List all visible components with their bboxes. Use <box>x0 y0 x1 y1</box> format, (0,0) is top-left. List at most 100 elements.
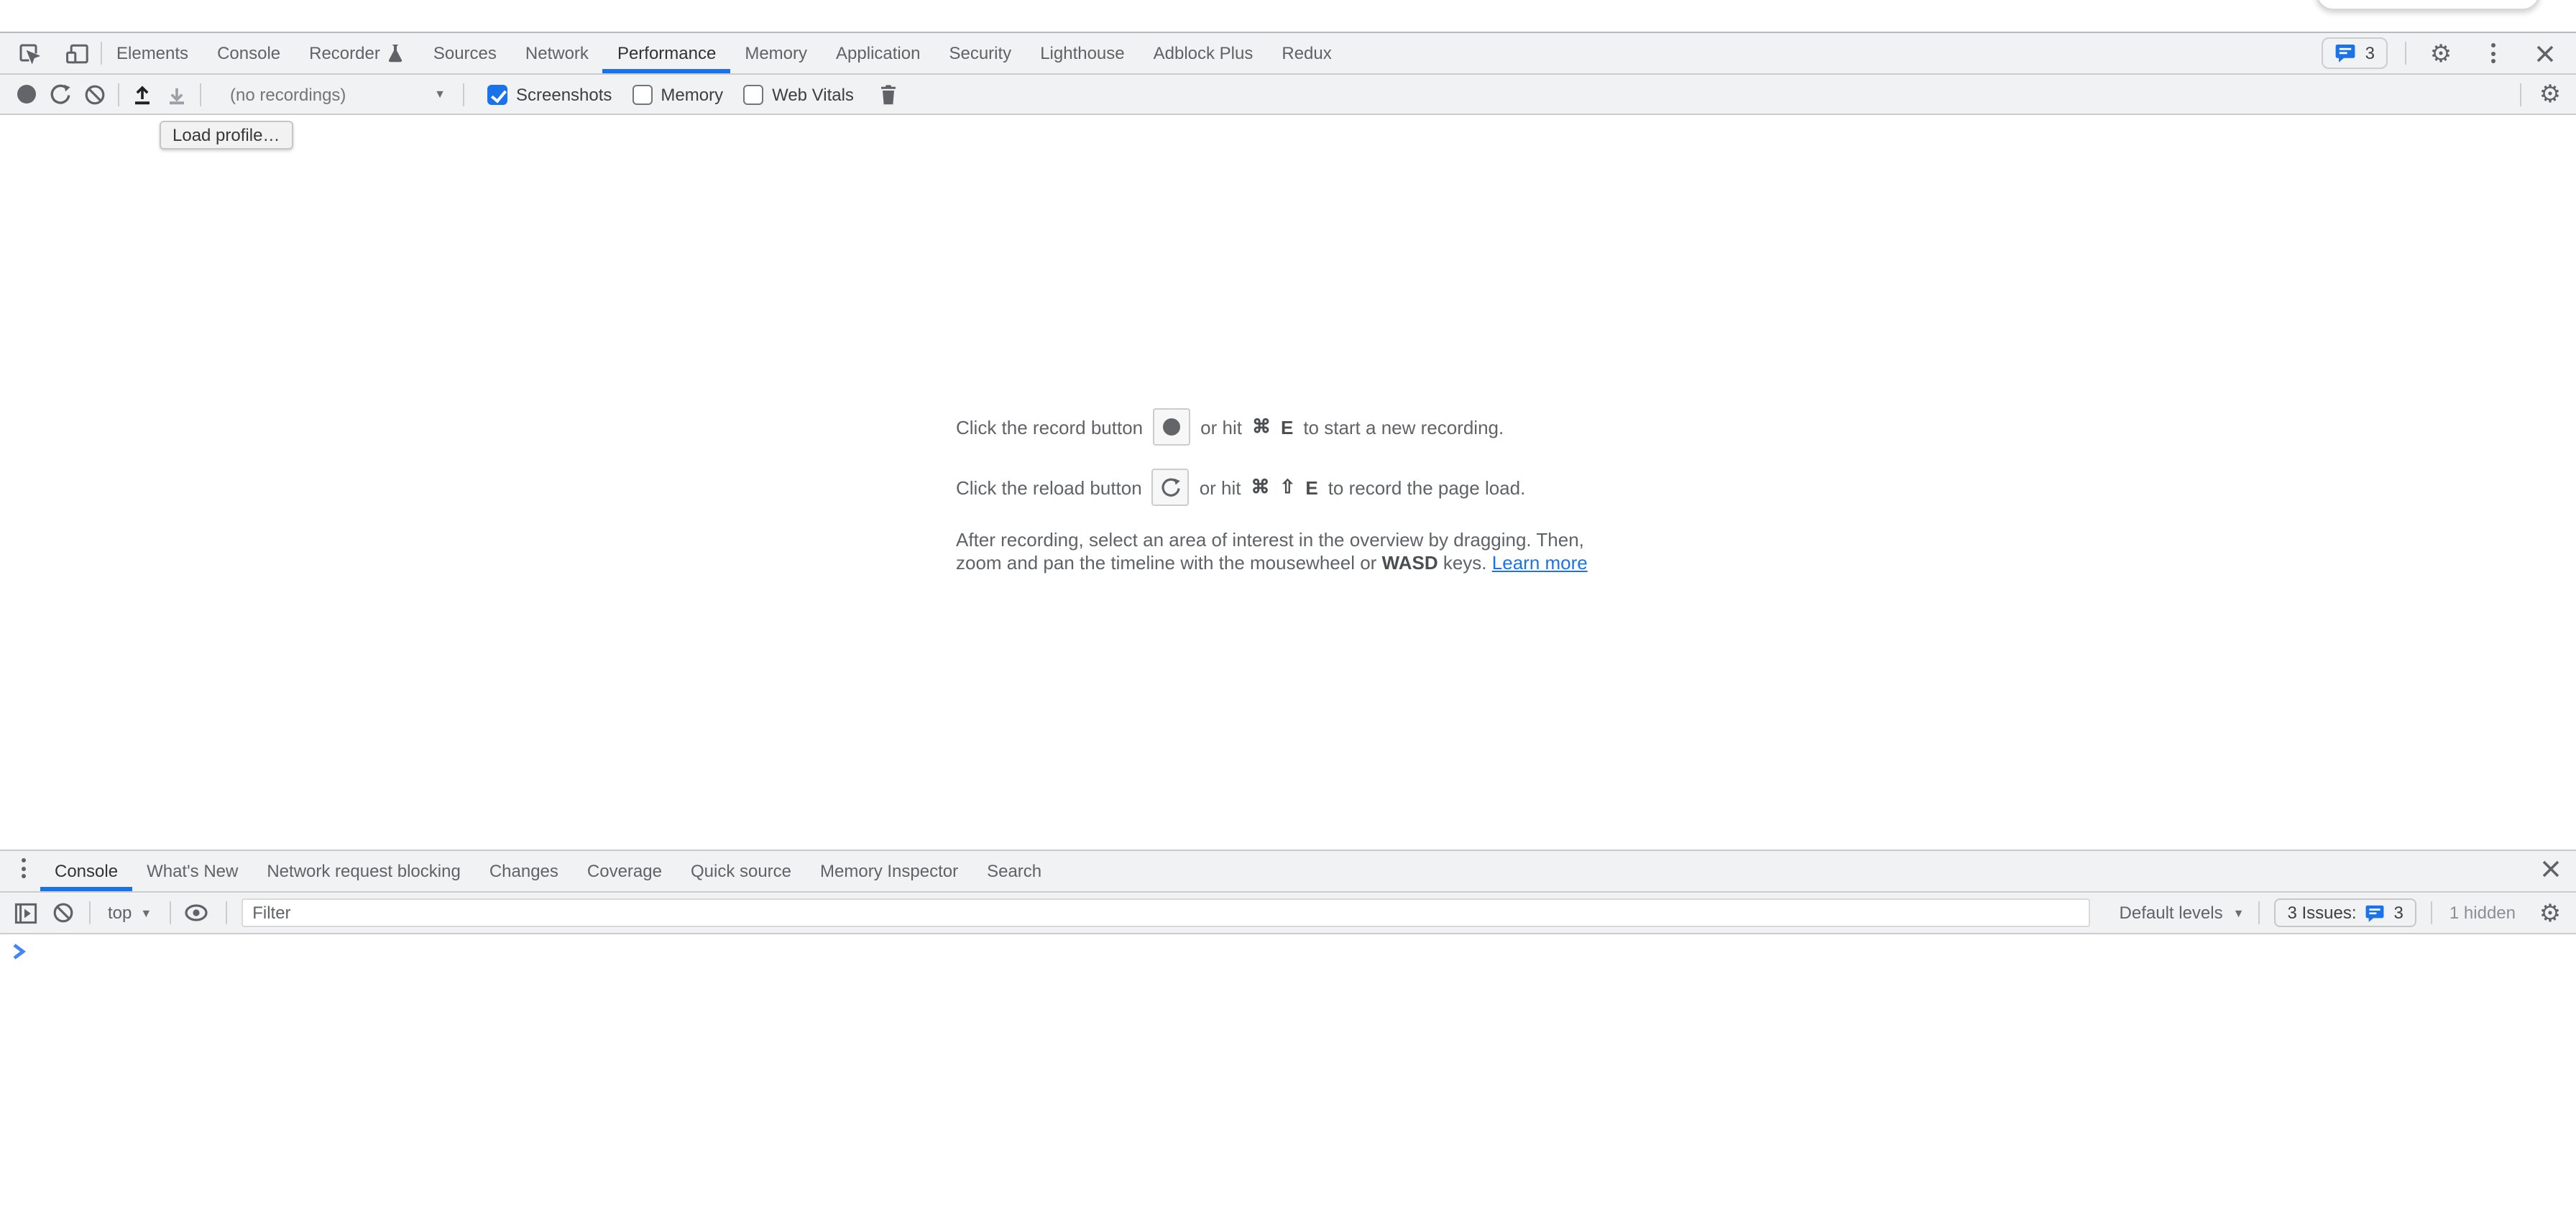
tab-label: Security <box>949 43 1011 63</box>
tab-sources[interactable]: Sources <box>419 33 511 73</box>
e-key: E <box>1305 477 1317 498</box>
message-bubble-icon <box>2365 903 2386 922</box>
memory-checkbox[interactable] <box>632 84 652 104</box>
web-vitals-checkbox-group[interactable]: Web Vitals <box>743 84 854 104</box>
drawer-tab-quick-source[interactable]: Quick source <box>676 851 806 891</box>
performance-panel-body: Click the record button or hit ⌘ E to st… <box>0 115 2576 850</box>
browser-popup-partial <box>2316 0 2540 10</box>
issues-label: 3 Issues: <box>2287 903 2356 923</box>
inspect-element-icon[interactable] <box>12 36 46 70</box>
tab-application[interactable]: Application <box>822 33 934 73</box>
separator <box>169 901 170 924</box>
separator <box>2258 901 2260 924</box>
reload-hint-mid: or hit <box>1200 477 1241 498</box>
tabbar-spacer <box>1346 33 2322 73</box>
settings-gear-icon[interactable]: ⚙ <box>2424 36 2458 70</box>
close-devtools-icon[interactable] <box>2527 36 2562 70</box>
console-settings-gear-icon[interactable]: ⚙ <box>2533 896 2567 930</box>
drawer-more-tabs-icon[interactable] <box>6 851 40 885</box>
learn-more-link[interactable]: Learn more <box>1492 552 1588 574</box>
record-hint-row: Click the record button or hit ⌘ E to st… <box>956 408 1620 446</box>
reload-button-illustration <box>1152 469 1190 506</box>
e-key: E <box>1281 416 1293 438</box>
tab-label: Coverage <box>587 861 662 881</box>
tab-security[interactable]: Security <box>934 33 1026 73</box>
drawer-tab-console[interactable]: Console <box>40 851 132 891</box>
save-profile-icon[interactable] <box>160 77 194 111</box>
performance-toolbar: (no recordings) ▼ Screenshots Memory Web… <box>0 75 2576 115</box>
live-expression-eye-icon[interactable] <box>179 896 213 930</box>
tab-console[interactable]: Console <box>203 33 295 73</box>
device-toolbar-icon[interactable] <box>60 36 95 70</box>
more-options-icon[interactable] <box>2475 36 2510 70</box>
instructions-line2-pre: zoom and pan the timeline with the mouse… <box>956 552 1376 574</box>
console-output-area[interactable] <box>0 934 2576 1206</box>
record-hint-suffix: to start a new recording. <box>1303 416 1504 438</box>
javascript-context-select[interactable]: top ▼ <box>99 903 160 923</box>
trash-icon[interactable] <box>871 77 906 111</box>
separator <box>2405 42 2406 65</box>
drawer-tab-search[interactable]: Search <box>972 851 1056 891</box>
recordings-select[interactable]: (no recordings) ▼ <box>224 84 451 104</box>
main-tabbar: Elements Console Recorder Sources Networ… <box>0 33 2576 75</box>
clear-recordings-icon[interactable] <box>78 77 112 111</box>
console-prompt-chevron-icon <box>12 943 26 960</box>
tabbar-right-cluster: 3 ⚙ <box>2322 33 2576 73</box>
record-hint-mid: or hit <box>1200 416 1242 438</box>
load-profile-icon[interactable] <box>125 77 160 111</box>
tab-label: Lighthouse <box>1040 43 1124 63</box>
separator <box>2520 83 2521 106</box>
tab-network[interactable]: Network <box>511 33 603 73</box>
tab-adblock-plus[interactable]: Adblock Plus <box>1139 33 1268 73</box>
levels-value: Default levels <box>2120 903 2223 923</box>
console-toolbar: top ▼ Default levels ▼ <box>0 893 2576 934</box>
record-button[interactable] <box>9 77 43 111</box>
reload-and-record-button[interactable] <box>43 77 78 111</box>
drawer-tab-memory-inspector[interactable]: Memory Inspector <box>806 851 972 891</box>
separator <box>225 901 226 924</box>
experiment-flask-icon <box>387 43 405 63</box>
separator <box>118 83 119 106</box>
tab-elements[interactable]: Elements <box>102 33 203 73</box>
tab-label: Redux <box>1282 43 1331 63</box>
drawer-tab-coverage[interactable]: Coverage <box>573 851 676 891</box>
tab-label: Performance <box>617 43 716 63</box>
console-filter-input[interactable] <box>241 898 2090 927</box>
drawer-tab-changes[interactable]: Changes <box>475 851 573 891</box>
console-sidebar-toggle-icon[interactable] <box>9 896 43 930</box>
capture-settings-gear-icon[interactable]: ⚙ <box>2533 77 2567 111</box>
screenshots-checkbox-group[interactable]: Screenshots <box>487 84 612 104</box>
screenshots-checkbox[interactable] <box>487 84 507 104</box>
tab-label: Network request blocking <box>267 861 460 881</box>
hidden-messages-label: 1 hidden <box>2435 903 2530 923</box>
message-bubble-icon <box>2335 43 2357 63</box>
clear-console-icon[interactable] <box>46 896 80 930</box>
instructions-line2-post: keys. <box>1443 552 1487 574</box>
tab-recorder[interactable]: Recorder <box>295 33 419 73</box>
issues-count: 3 <box>2394 903 2404 923</box>
reload-hint-suffix: to record the page load. <box>1328 477 1526 498</box>
devtools-root: Elements Console Recorder Sources Networ… <box>0 32 2576 1206</box>
tab-label: Memory Inspector <box>820 861 958 881</box>
drawer-tab-network-request-blocking[interactable]: Network request blocking <box>252 851 474 891</box>
memory-checkbox-group[interactable]: Memory <box>632 84 723 104</box>
log-levels-select[interactable]: Default levels ▼ <box>2108 903 2256 923</box>
console-issues-button[interactable]: 3 Issues: 3 <box>2274 898 2416 927</box>
web-vitals-checkbox[interactable] <box>743 84 763 104</box>
drawer-tabbar-spacer <box>1056 851 2533 891</box>
tab-performance[interactable]: Performance <box>603 33 730 73</box>
instructions-paragraph: After recording, select an area of inter… <box>956 529 1620 575</box>
chevron-down-icon: ▼ <box>140 906 152 919</box>
tab-lighthouse[interactable]: Lighthouse <box>1026 33 1138 73</box>
tab-label: Console <box>55 861 118 881</box>
separator <box>89 901 91 924</box>
tab-label: Memory <box>745 43 807 63</box>
record-hint-prefix: Click the record button <box>956 416 1143 438</box>
issues-badge-button[interactable]: 3 <box>2322 37 2388 69</box>
tab-memory[interactable]: Memory <box>730 33 822 73</box>
close-drawer-icon[interactable] <box>2533 851 2567 885</box>
performance-empty-state: Click the record button or hit ⌘ E to st… <box>956 408 1620 575</box>
memory-label: Memory <box>661 84 723 104</box>
drawer-tab-whats-new[interactable]: What's New <box>132 851 252 891</box>
tab-redux[interactable]: Redux <box>1267 33 1346 73</box>
